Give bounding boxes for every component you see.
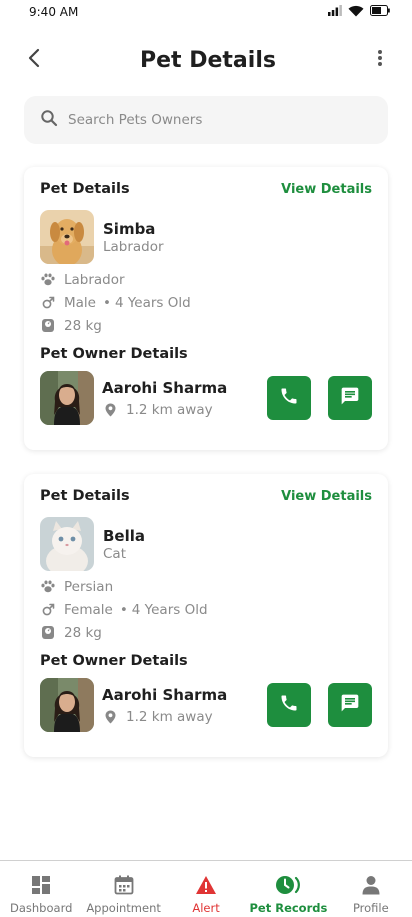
back-button[interactable] xyxy=(22,48,46,72)
owner-distance: 1.2 km away xyxy=(126,708,213,725)
pet-photo-cat xyxy=(40,517,94,571)
chat-icon xyxy=(340,693,360,717)
pet-cards-list: Pet Details View Details Simba Labrador … xyxy=(0,144,412,757)
alert-triangle-icon xyxy=(195,875,217,899)
nav-item-appointment[interactable]: Appointment xyxy=(82,861,164,917)
nav-label: Appointment xyxy=(86,901,161,915)
status-bar: 9:40 AM xyxy=(0,0,412,24)
owner-row: Aarohi Sharma 1.2 km away xyxy=(40,371,372,425)
owner-details-heading: Pet Owner Details xyxy=(40,653,188,669)
bottom-navigation: Dashboard Appointment Alert Pet Records … xyxy=(0,860,412,917)
header: Pet Details xyxy=(0,24,412,96)
owner-info: Aarohi Sharma 1.2 km away xyxy=(102,379,250,418)
pet-summary: Bella Cat xyxy=(40,517,372,571)
owner-avatar xyxy=(40,678,94,732)
search-input[interactable] xyxy=(68,112,372,128)
age-value: 4 Years Old xyxy=(114,294,191,311)
nav-item-alert[interactable]: Alert xyxy=(165,861,247,917)
pet-details-heading: Pet Details xyxy=(40,181,130,197)
breed-row: Labrador xyxy=(40,268,372,291)
phone-icon xyxy=(279,693,299,717)
card-header: Pet Details View Details xyxy=(40,179,372,199)
pet-type: Cat xyxy=(103,545,126,562)
dashboard-icon xyxy=(31,875,51,899)
calendar-icon xyxy=(114,875,134,899)
paw-icon xyxy=(40,273,56,286)
page-title: Pet Details xyxy=(140,47,276,73)
breed-row: Persian xyxy=(40,575,372,598)
pet-photo-dog xyxy=(40,210,94,264)
nav-item-dashboard[interactable]: Dashboard xyxy=(0,861,82,917)
weight-value: 28 kg xyxy=(64,624,102,641)
search-bar xyxy=(24,96,388,144)
call-button[interactable] xyxy=(267,683,311,727)
wifi-icon xyxy=(348,5,364,20)
pet-name: Bella xyxy=(103,526,146,545)
pet-name: Simba xyxy=(103,219,156,238)
owner-details-heading: Pet Owner Details xyxy=(40,346,188,362)
weight-scale-icon xyxy=(40,625,56,640)
nav-label: Alert xyxy=(192,901,220,915)
pet-card: Pet Details View Details Bella Cat Persi… xyxy=(24,474,388,757)
chat-icon xyxy=(340,386,360,410)
gender-age-row: Male • 4 Years Old xyxy=(40,291,372,314)
gender-value: Male xyxy=(64,294,96,311)
separator-dot: • xyxy=(102,294,111,311)
battery-icon xyxy=(370,5,390,19)
separator-dot: • xyxy=(119,601,128,618)
nav-label: Dashboard xyxy=(10,901,73,915)
search-icon xyxy=(40,109,58,131)
pet-records-icon xyxy=(275,875,301,899)
nav-item-profile[interactable]: Profile xyxy=(330,861,412,917)
male-icon xyxy=(40,603,56,616)
owner-name: Aarohi Sharma xyxy=(102,378,228,397)
owner-name: Aarohi Sharma xyxy=(102,685,228,704)
age-value: 4 Years Old xyxy=(131,601,208,618)
pet-type: Labrador xyxy=(103,238,164,255)
message-button[interactable] xyxy=(328,683,372,727)
breed-value: Persian xyxy=(64,578,114,595)
pet-summary: Simba Labrador xyxy=(40,210,372,264)
card-header: Pet Details View Details xyxy=(40,486,372,506)
pet-details-heading: Pet Details xyxy=(40,488,130,504)
signal-icon xyxy=(328,5,342,19)
paw-icon xyxy=(40,580,56,593)
weight-row: 28 kg xyxy=(40,314,372,337)
more-options-button[interactable] xyxy=(370,48,390,72)
owner-distance-row: 1.2 km away xyxy=(102,402,250,418)
weight-scale-icon xyxy=(40,318,56,333)
phone-icon xyxy=(279,386,299,410)
message-button[interactable] xyxy=(328,376,372,420)
more-vertical-icon xyxy=(377,49,383,71)
call-button[interactable] xyxy=(267,376,311,420)
gender-age-row: Female • 4 Years Old xyxy=(40,598,372,621)
view-details-link[interactable]: View Details xyxy=(281,489,372,504)
owner-distance: 1.2 km away xyxy=(126,401,213,418)
nav-item-pet-records[interactable]: Pet Records xyxy=(247,861,329,917)
owner-avatar xyxy=(40,371,94,425)
view-details-link[interactable]: View Details xyxy=(281,182,372,197)
pet-name-block: Bella Cat xyxy=(103,527,145,562)
gender-value: Female xyxy=(64,601,113,618)
pet-card: Pet Details View Details Simba Labrador … xyxy=(24,167,388,450)
location-pin-icon xyxy=(102,403,118,417)
breed-value: Labrador xyxy=(64,271,125,288)
status-time: 9:40 AM xyxy=(29,5,79,19)
status-icons xyxy=(328,5,390,20)
chevron-left-icon xyxy=(27,48,41,72)
person-icon xyxy=(361,875,381,899)
owner-row: Aarohi Sharma 1.2 km away xyxy=(40,678,372,732)
owner-info: Aarohi Sharma 1.2 km away xyxy=(102,686,250,725)
nav-label: Profile xyxy=(352,901,389,915)
male-icon xyxy=(40,296,56,309)
location-pin-icon xyxy=(102,710,118,724)
pet-name-block: Simba Labrador xyxy=(103,220,164,255)
nav-label: Pet Records xyxy=(249,901,328,915)
weight-row: 28 kg xyxy=(40,621,372,644)
owner-distance-row: 1.2 km away xyxy=(102,709,250,725)
weight-value: 28 kg xyxy=(64,317,102,334)
